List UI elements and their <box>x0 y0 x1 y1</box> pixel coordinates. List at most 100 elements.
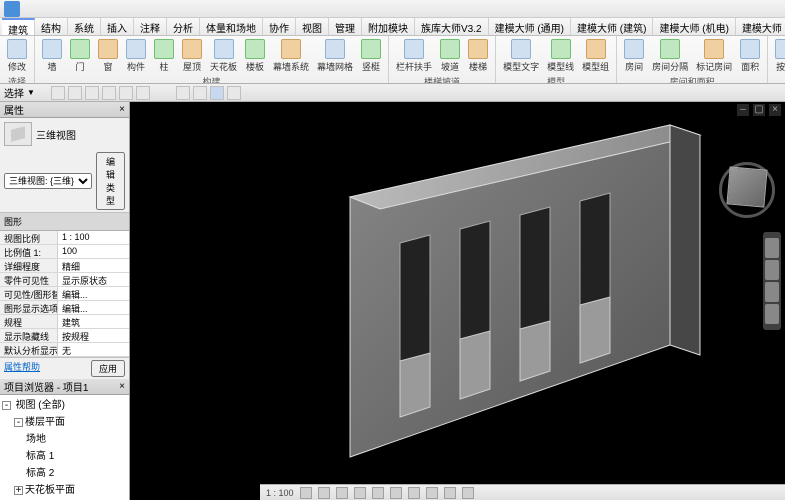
ribbon-button[interactable]: 房间 <box>621 38 647 74</box>
tb-btn[interactable] <box>136 86 150 100</box>
tab-4[interactable]: 注释 <box>134 18 167 35</box>
ribbon-button[interactable]: 柱 <box>151 38 177 74</box>
tab-0[interactable]: 建筑 <box>2 18 35 35</box>
tree-node[interactable]: 场地 <box>0 429 129 446</box>
tab-12[interactable]: 建模大师 (通用) <box>489 18 571 35</box>
steering-wheel-icon[interactable] <box>765 238 779 258</box>
tb-btn[interactable] <box>193 86 207 100</box>
property-row[interactable]: 视图比例1 : 100 <box>0 231 129 245</box>
tab-3[interactable]: 插入 <box>101 18 134 35</box>
tb-btn[interactable] <box>51 86 65 100</box>
ribbon-button[interactable]: 模型组 <box>579 38 612 74</box>
tab-9[interactable]: 管理 <box>329 18 362 35</box>
property-value[interactable]: 按规程 <box>58 329 129 342</box>
tree-node[interactable]: +天花板平面 <box>0 480 129 497</box>
property-value[interactable]: 100 <box>58 245 129 258</box>
property-row[interactable]: 图形显示选项编辑... <box>0 301 129 315</box>
rendering-icon[interactable] <box>372 487 384 499</box>
property-value[interactable]: 1 : 100 <box>58 231 129 244</box>
tb-btn[interactable] <box>102 86 116 100</box>
property-value[interactable]: 显示原状态 <box>58 273 129 286</box>
expand-icon[interactable]: + <box>14 486 23 495</box>
property-value[interactable]: 编辑... <box>58 301 129 314</box>
ribbon-button[interactable]: 楼梯 <box>465 38 491 74</box>
tree-node[interactable]: 标高 1 <box>0 446 129 463</box>
ribbon-button[interactable]: 栏杆扶手 <box>393 38 435 74</box>
type-selector[interactable]: 三维视图: {三维} <box>4 173 92 189</box>
ribbon-button[interactable]: 面积 <box>737 38 763 74</box>
viewport-3d[interactable]: – ▢ × <box>130 102 785 500</box>
visual-style-icon[interactable] <box>318 487 330 499</box>
tab-15[interactable]: 建模大师 (施工) <box>736 18 785 35</box>
tab-1[interactable]: 结构 <box>35 18 68 35</box>
shadows-icon[interactable] <box>354 487 366 499</box>
ribbon-button[interactable]: 窗 <box>95 38 121 74</box>
ribbon-button[interactable]: 幕墙系统 <box>270 38 312 74</box>
apply-button[interactable]: 应用 <box>91 360 125 377</box>
property-row[interactable]: 默认分析显示...无 <box>0 343 129 357</box>
ribbon-button[interactable]: 坡道 <box>437 38 463 74</box>
close-icon[interactable]: × <box>119 104 125 115</box>
tree-node[interactable]: -楼层平面 <box>0 412 129 429</box>
ribbon-button[interactable]: 竖梃 <box>358 38 384 74</box>
tb-btn[interactable] <box>227 86 241 100</box>
zoom-icon[interactable] <box>765 282 779 302</box>
ribbon-button[interactable]: 幕墙网格 <box>314 38 356 74</box>
ribbon-button[interactable]: 门 <box>67 38 93 74</box>
close-icon[interactable]: × <box>119 381 125 392</box>
edit-type-button[interactable]: 编辑类型 <box>96 152 125 210</box>
tab-10[interactable]: 附加模块 <box>362 18 415 35</box>
ribbon-button[interactable]: 修改 <box>4 38 30 74</box>
temp-hide-icon[interactable] <box>444 487 456 499</box>
tb-btn[interactable] <box>210 86 224 100</box>
ribbon-button[interactable]: 楼板 <box>242 38 268 74</box>
expand-icon[interactable]: - <box>2 401 11 410</box>
ribbon-button[interactable]: 屋顶 <box>179 38 205 74</box>
tab-11[interactable]: 族库大师V3.2 <box>415 18 489 35</box>
property-row[interactable]: 显示隐藏线按规程 <box>0 329 129 343</box>
property-value[interactable]: 无 <box>58 343 129 356</box>
property-row[interactable]: 零件可见性显示原状态 <box>0 273 129 287</box>
tab-2[interactable]: 系统 <box>68 18 101 35</box>
tree-root[interactable]: - 视图 (全部) <box>0 395 129 412</box>
scale-display[interactable]: 1 : 100 <box>266 488 294 498</box>
tab-14[interactable]: 建模大师 (机电) <box>653 18 735 35</box>
view-cube[interactable] <box>719 162 775 218</box>
tb-btn[interactable] <box>119 86 133 100</box>
ribbon-button[interactable]: 房间分隔 <box>649 38 691 74</box>
tb-btn[interactable] <box>85 86 99 100</box>
tb-btn[interactable] <box>68 86 82 100</box>
ribbon-button[interactable]: 按面 <box>772 38 785 74</box>
property-value[interactable]: 精细 <box>58 259 129 272</box>
property-row[interactable]: 详细程度精细 <box>0 259 129 273</box>
ribbon-button[interactable]: 模型线 <box>544 38 577 74</box>
sun-path-icon[interactable] <box>336 487 348 499</box>
app-icon[interactable] <box>4 1 20 17</box>
tab-5[interactable]: 分析 <box>167 18 200 35</box>
minimize-icon[interactable]: – <box>737 104 749 116</box>
detail-level-icon[interactable] <box>300 487 312 499</box>
pan-icon[interactable] <box>765 260 779 280</box>
ribbon-button[interactable]: 天花板 <box>207 38 240 74</box>
crop-view-icon[interactable] <box>390 487 402 499</box>
orbit-icon[interactable] <box>765 304 779 324</box>
tab-8[interactable]: 视图 <box>296 18 329 35</box>
ribbon-button[interactable]: 标记房间 <box>693 38 735 74</box>
tab-7[interactable]: 协作 <box>263 18 296 35</box>
tab-13[interactable]: 建模大师 (建筑) <box>571 18 653 35</box>
reveal-hidden-icon[interactable] <box>462 487 474 499</box>
property-row[interactable]: 可见性/图形替换编辑... <box>0 287 129 301</box>
lock-3d-icon[interactable] <box>426 487 438 499</box>
properties-help-link[interactable]: 属性帮助 <box>4 360 91 377</box>
crop-region-icon[interactable] <box>408 487 420 499</box>
ribbon-button[interactable]: 构件 <box>123 38 149 74</box>
tb-btn[interactable] <box>176 86 190 100</box>
close-icon[interactable]: × <box>769 104 781 116</box>
property-value[interactable]: 建筑 <box>58 315 129 328</box>
property-row[interactable]: 比例值 1:100 <box>0 245 129 259</box>
type-preview-icon[interactable] <box>4 122 32 146</box>
maximize-icon[interactable]: ▢ <box>753 104 765 116</box>
expand-icon[interactable]: - <box>14 418 23 427</box>
ribbon-button[interactable]: 模型文字 <box>500 38 542 74</box>
property-row[interactable]: 规程建筑 <box>0 315 129 329</box>
